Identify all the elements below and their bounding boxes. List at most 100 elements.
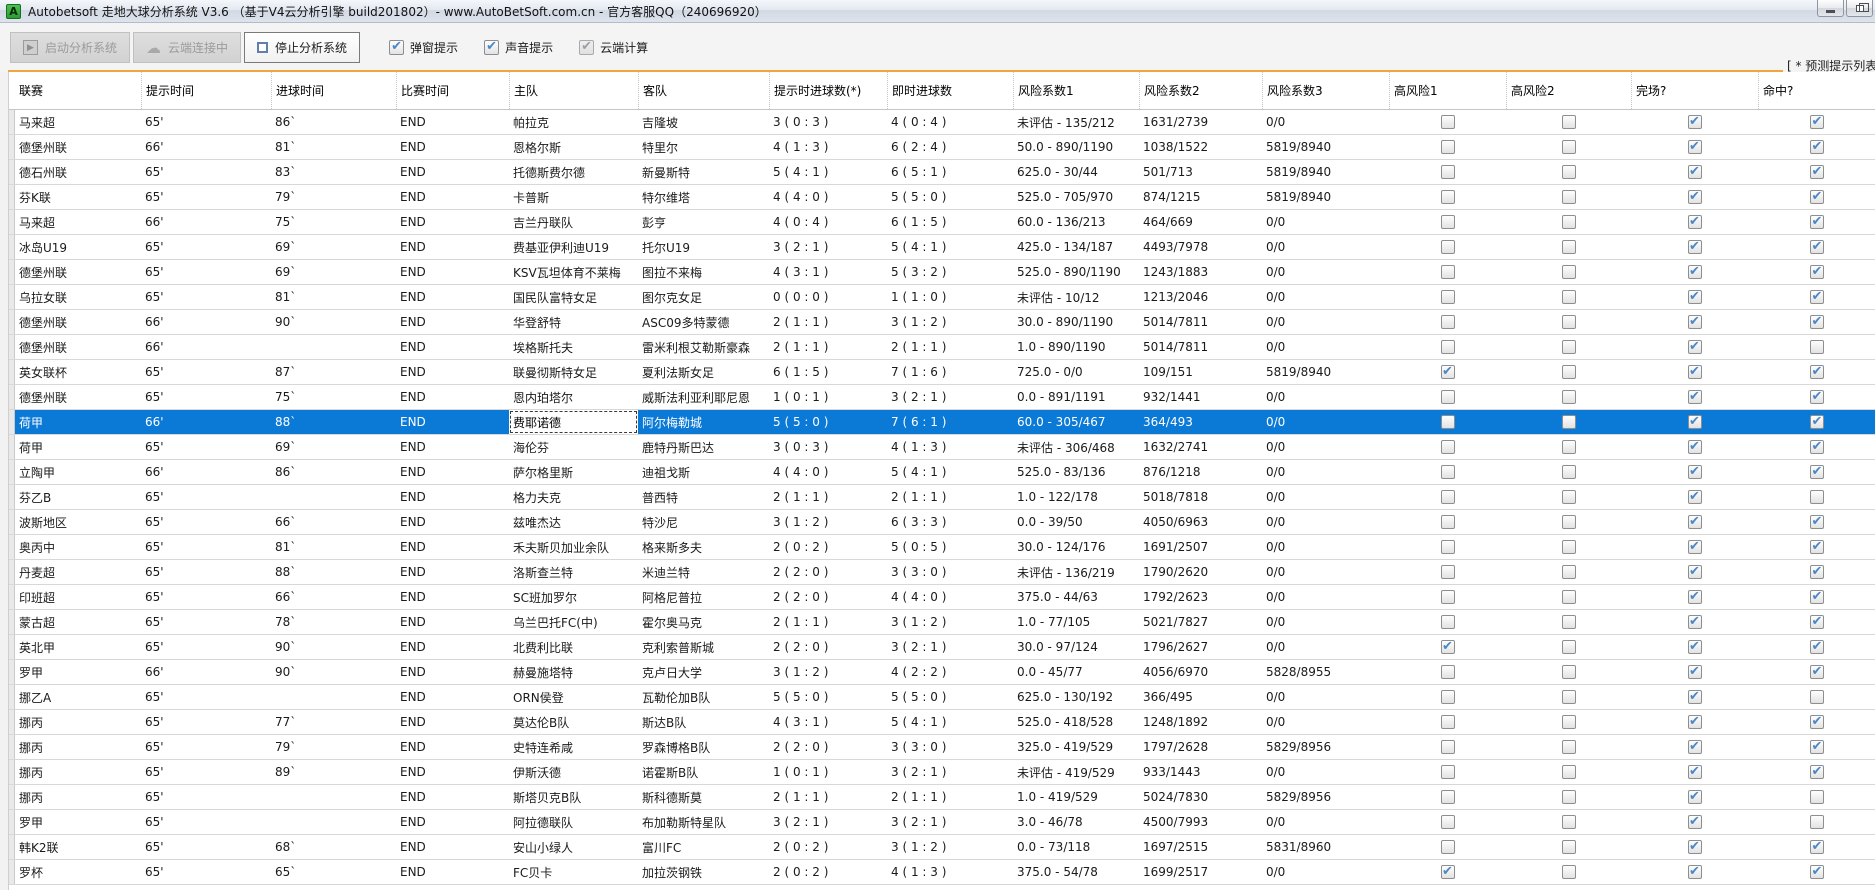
cell-goal-time[interactable]: 90` — [271, 660, 396, 684]
cell-away[interactable]: 霍尔奥马克 — [638, 610, 769, 634]
cell-risk1[interactable]: 0.0 - 39/50 — [1013, 510, 1139, 534]
cell-goal-time[interactable]: 66` — [271, 585, 396, 609]
cell-risk3[interactable]: 5819/8940 — [1262, 185, 1389, 209]
cell-league[interactable]: 德石州联 — [15, 160, 141, 184]
cell-home[interactable]: 吉兰丹联队 — [509, 210, 638, 234]
cell-tip-goals[interactable]: 5 ( 4 : 1 ) — [769, 160, 887, 184]
cell-away[interactable]: 特沙尼 — [638, 510, 769, 534]
cell-risk2[interactable]: 4500/7993 — [1139, 810, 1262, 834]
cell-away[interactable]: 鹿特丹斯巴达 — [638, 435, 769, 459]
cell-risk1[interactable]: 625.0 - 30/44 — [1013, 160, 1139, 184]
cell-tip-goals[interactable]: 4 ( 3 : 1 ) — [769, 260, 887, 284]
checkbox-finished[interactable] — [1688, 190, 1702, 204]
cell-goal-time[interactable] — [271, 785, 396, 809]
table-row[interactable]: 德堡州联66'90`END华登舒特ASC09多特蒙德2 ( 1 : 1 )3 (… — [9, 310, 1875, 335]
checkbox-high-risk2[interactable] — [1562, 415, 1576, 429]
cell-risk1[interactable]: 1.0 - 122/178 — [1013, 485, 1139, 509]
cell-risk3[interactable]: 0/0 — [1262, 860, 1389, 884]
cell-risk1[interactable]: 30.0 - 124/176 — [1013, 535, 1139, 559]
checkbox-high-risk1[interactable] — [1441, 665, 1455, 679]
cell-away[interactable]: 迪祖戈斯 — [638, 460, 769, 484]
checkbox-hit[interactable] — [1810, 440, 1824, 454]
cell-live-goals[interactable]: 5 ( 0 : 5 ) — [887, 535, 1013, 559]
cell-risk2[interactable]: 1691/2507 — [1139, 535, 1262, 559]
cell-match-time[interactable]: END — [396, 110, 509, 134]
checkbox-finished[interactable] — [1688, 590, 1702, 604]
cell-league[interactable]: 英北甲 — [15, 635, 141, 659]
cell-league[interactable]: 马来超 — [15, 210, 141, 234]
cell-goal-time[interactable] — [271, 810, 396, 834]
checkbox-high-risk2[interactable] — [1562, 790, 1576, 804]
cell-match-time[interactable]: END — [396, 310, 509, 334]
cell-risk3[interactable]: 0/0 — [1262, 585, 1389, 609]
table-row[interactable]: 罗甲66'90`END赫曼施塔特克卢日大学3 ( 1 : 2 )4 ( 2 : … — [9, 660, 1875, 685]
cell-risk2[interactable]: 1792/2623 — [1139, 585, 1262, 609]
cell-home[interactable]: 托德斯费尔德 — [509, 160, 638, 184]
cell-home[interactable]: 联曼彻斯特女足 — [509, 360, 638, 384]
cell-match-time[interactable]: END — [396, 510, 509, 534]
cell-league[interactable]: 冰岛U19 — [15, 235, 141, 259]
cell-match-time[interactable]: END — [396, 160, 509, 184]
col-header-league[interactable]: 联赛 — [15, 72, 141, 109]
checkbox-high-risk1[interactable] — [1441, 640, 1455, 654]
cell-home[interactable]: 埃格斯托夫 — [509, 335, 638, 359]
cell-risk1[interactable]: 未评估 - 419/529 — [1013, 760, 1139, 784]
cell-home[interactable]: 赫曼施塔特 — [509, 660, 638, 684]
cell-live-goals[interactable]: 6 ( 5 : 1 ) — [887, 160, 1013, 184]
checkbox-high-risk1[interactable] — [1441, 115, 1455, 129]
table-row[interactable]: 荷甲65'69`END海伦芬鹿特丹斯巴达3 ( 0 : 3 )4 ( 1 : 3… — [9, 435, 1875, 460]
cell-league[interactable]: 挪丙 — [15, 760, 141, 784]
checkbox-high-risk2[interactable] — [1562, 690, 1576, 704]
cell-tip-time[interactable]: 65' — [141, 185, 271, 209]
cell-away[interactable]: 罗森博格B队 — [638, 735, 769, 759]
checkbox-high-risk1[interactable] — [1441, 690, 1455, 704]
cell-risk3[interactable]: 0/0 — [1262, 460, 1389, 484]
cell-goal-time[interactable]: 83` — [271, 160, 396, 184]
checkbox-hit[interactable] — [1810, 815, 1824, 829]
cell-risk3[interactable]: 0/0 — [1262, 110, 1389, 134]
cell-away[interactable]: 斯科德斯莫 — [638, 785, 769, 809]
cell-tip-goals[interactable]: 2 ( 0 : 2 ) — [769, 535, 887, 559]
minimize-button[interactable] — [1817, 0, 1844, 17]
table-row[interactable]: 德石州联65'83`END托德斯费尔德新曼斯特5 ( 4 : 1 )6 ( 5 … — [9, 160, 1875, 185]
checkbox-hit[interactable] — [1810, 415, 1824, 429]
cell-tip-goals[interactable]: 3 ( 1 : 2 ) — [769, 510, 887, 534]
cell-match-time[interactable]: END — [396, 760, 509, 784]
cell-risk1[interactable]: 未评估 - 306/468 — [1013, 435, 1139, 459]
cell-risk2[interactable]: 876/1218 — [1139, 460, 1262, 484]
checkbox-high-risk2[interactable] — [1562, 240, 1576, 254]
cell-home[interactable]: 洛斯查兰特 — [509, 560, 638, 584]
cell-risk2[interactable]: 1631/2739 — [1139, 110, 1262, 134]
cell-match-time[interactable]: END — [396, 135, 509, 159]
checkbox-high-risk2[interactable] — [1562, 340, 1576, 354]
cell-live-goals[interactable]: 6 ( 2 : 4 ) — [887, 135, 1013, 159]
cell-risk2[interactable]: 364/493 — [1139, 410, 1262, 434]
cell-risk3[interactable]: 0/0 — [1262, 435, 1389, 459]
cell-match-time[interactable]: END — [396, 485, 509, 509]
cell-league[interactable]: 芬乙B — [15, 485, 141, 509]
cell-tip-time[interactable]: 65' — [141, 860, 271, 884]
cell-live-goals[interactable]: 2 ( 1 : 1 ) — [887, 335, 1013, 359]
checkbox-finished[interactable] — [1688, 640, 1702, 654]
cell-away[interactable]: 布加勒斯特星队 — [638, 810, 769, 834]
cell-risk3[interactable]: 0/0 — [1262, 635, 1389, 659]
table-row[interactable]: 波斯地区65'66`END兹唯杰达特沙尼3 ( 1 : 2 )6 ( 3 : 3… — [9, 510, 1875, 535]
cell-away[interactable]: 阿尔梅勒城 — [638, 410, 769, 434]
cell-goal-time[interactable]: 79` — [271, 735, 396, 759]
cell-risk2[interactable]: 1632/2741 — [1139, 435, 1262, 459]
checkbox-high-risk2[interactable] — [1562, 490, 1576, 504]
cell-goal-time[interactable]: 77` — [271, 710, 396, 734]
cell-risk2[interactable]: 4493/7978 — [1139, 235, 1262, 259]
checkbox-finished[interactable] — [1688, 390, 1702, 404]
cell-league[interactable]: 德堡州联 — [15, 310, 141, 334]
checkbox-hit[interactable] — [1810, 740, 1824, 754]
cell-live-goals[interactable]: 4 ( 2 : 2 ) — [887, 660, 1013, 684]
cell-risk3[interactable]: 0/0 — [1262, 610, 1389, 634]
cell-goal-time[interactable]: 65` — [271, 860, 396, 884]
checkbox-hit[interactable] — [1810, 615, 1824, 629]
checkbox-hit[interactable] — [1810, 565, 1824, 579]
cell-risk1[interactable]: 3.0 - 46/78 — [1013, 810, 1139, 834]
cell-home[interactable]: 兹唯杰达 — [509, 510, 638, 534]
cell-tip-time[interactable]: 65' — [141, 735, 271, 759]
stop-analysis-button[interactable]: 停止分析系统 — [244, 32, 360, 63]
